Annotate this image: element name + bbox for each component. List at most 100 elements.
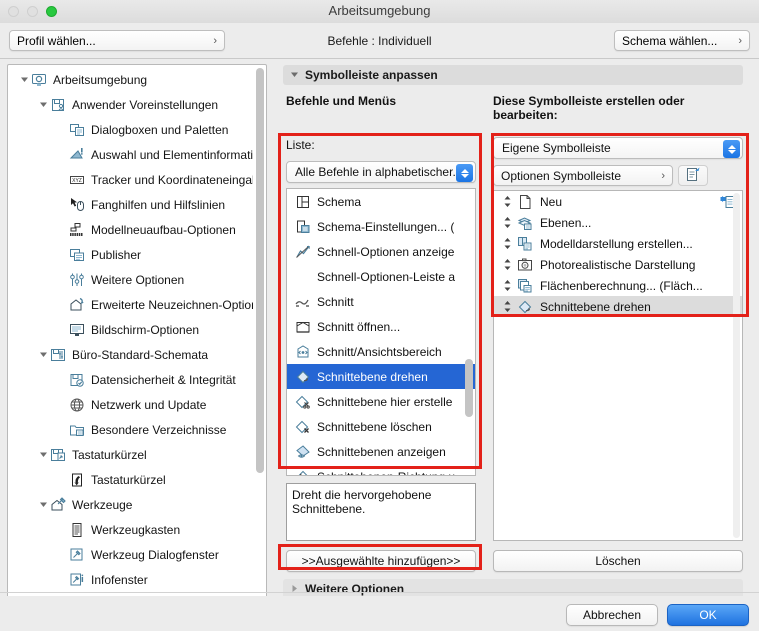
drag-handle-icon[interactable]	[500, 258, 514, 271]
toolbar-list-item-label: Ebenen...	[540, 215, 592, 230]
sidebar-item-label: Infofenster	[91, 572, 148, 587]
command-list-item[interactable]: Schnittebenen-Richtung u	[287, 464, 475, 475]
delete-button[interactable]: Löschen	[493, 550, 743, 572]
shortcuts-group-icon	[49, 447, 67, 463]
sidebar-item-datensicherheit-integrität[interactable]: Datensicherheit & Integrität	[8, 367, 253, 392]
triangle-down-icon[interactable]	[37, 450, 49, 459]
sidebar-vertical-scrollbar[interactable]	[256, 68, 264, 593]
toolbar-list-item[interactable]: Flächenberechnung... (Fläch...	[494, 275, 742, 296]
layout-icon	[293, 194, 313, 210]
toolbar-list-item[interactable]: Schnittebene drehen	[494, 296, 742, 317]
drag-handle-icon[interactable]	[500, 300, 514, 313]
drag-handle-icon[interactable]	[500, 279, 514, 292]
sidebar-item-tracker-und-koordinateneingab[interactable]: XYZ Tracker und Koordinateneingab	[8, 167, 253, 192]
command-list-item[interactable]: Schnittebene löschen	[287, 414, 475, 439]
command-list-item[interactable]: Schnitt	[287, 289, 475, 314]
toolbar-options-button[interactable]: Optionen Symbolleiste ›	[493, 165, 673, 186]
toolbar-select[interactable]: Eigene Symbolleiste	[493, 137, 743, 159]
section-title-label: Symbolleiste anpassen	[305, 68, 438, 82]
toolbar-list-item[interactable]: Modelldarstellung erstellen...	[494, 233, 742, 254]
sidebar-item-werkzeuge[interactable]: Werkzeuge	[8, 492, 253, 517]
triangle-down-icon[interactable]	[37, 350, 49, 359]
sidebar-item-netzwerk-und-update[interactable]: Netzwerk und Update	[8, 392, 253, 417]
command-list-item-label: Schnittebene löschen	[317, 419, 432, 434]
triangle-down-icon[interactable]	[37, 500, 49, 509]
customize-toolbar-section-header[interactable]: Symbolleiste anpassen	[283, 65, 743, 85]
model-view-icon	[514, 236, 536, 252]
toolbox-icon	[68, 522, 86, 538]
new-toolbar-button[interactable]	[678, 165, 708, 186]
sidebar-item-besondere-verzeichnisse[interactable]: Besondere Verzeichnisse	[8, 417, 253, 442]
sidebar-item-arbeitsumgebung[interactable]: Arbeitsumgebung	[8, 67, 253, 92]
sidebar-item-label: Tastaturkürzel	[72, 447, 147, 462]
quick-options-icon	[293, 244, 313, 260]
layout-settings-icon	[293, 219, 313, 235]
toolbar-list-item-label: Photorealistische Darstellung	[540, 257, 696, 272]
sidebar-item-werkzeugkasten[interactable]: Werkzeugkasten	[8, 517, 253, 542]
command-list-item[interactable]: Schema	[287, 189, 475, 214]
sidebar-item-auswahl-und-elementinformatio[interactable]: Auswahl und Elementinformatio	[8, 142, 253, 167]
cancel-button[interactable]: Abbrechen	[566, 604, 658, 626]
command-list-item[interactable]: Schema-Einstellungen... (	[287, 214, 475, 239]
sidebar-item-tastaturkürzel[interactable]: Tastaturkürzel	[8, 467, 253, 492]
sidebar-item-dialogboxen-und-paletten[interactable]: Dialogboxen und Paletten	[8, 117, 253, 142]
commands-list[interactable]: Schema Schema-Einstellungen... (Schnell-O…	[286, 188, 476, 476]
command-list-item[interactable]: Schnittebene drehen	[287, 364, 475, 389]
drag-handle-icon[interactable]	[500, 237, 514, 250]
triangle-down-icon[interactable]	[37, 100, 49, 109]
sidebar-item-label: Dialogboxen und Paletten	[91, 122, 229, 137]
sidebar-item-modellneuaufbau-optionen[interactable]: Modellneuaufbau-Optionen	[8, 217, 253, 242]
command-list-item[interactable]: Schnell-Optionen anzeige	[287, 239, 475, 264]
command-list-item[interactable]: Schnitt öffnen...	[287, 314, 475, 339]
triangle-down-icon[interactable]	[18, 75, 30, 84]
sidebar-item-label: Anwender Voreinstellungen	[72, 97, 219, 112]
tracker-xyz-icon: XYZ	[68, 172, 86, 188]
toolbar-list-item-label: Modelldarstellung erstellen...	[540, 236, 693, 251]
drag-handle-icon[interactable]	[500, 195, 514, 208]
new-document-icon	[514, 194, 536, 210]
svg-text:XYZ: XYZ	[72, 178, 82, 184]
ok-button[interactable]: OK	[667, 604, 749, 626]
sidebar-item-büro-standard-schemata[interactable]: Büro-Standard-Schemata	[8, 342, 253, 367]
commands-list-scrollbar[interactable]	[465, 189, 473, 475]
sidebar-item-label: Büro-Standard-Schemata	[72, 347, 209, 362]
sidebar-item-infofenster[interactable]: Infofenster	[8, 567, 253, 592]
command-list-item[interactable]: Schnitt/Ansichtsbereich	[287, 339, 475, 364]
rebuild-icon	[68, 222, 86, 238]
toolbar-list-item[interactable]: Neu	[494, 191, 742, 212]
sidebar-item-fanghilfen-und-hilfslinien[interactable]: Fanghilfen und Hilfslinien	[8, 192, 253, 217]
sidebar-item-label: Tracker und Koordinateneingab	[91, 172, 253, 187]
sidebar-item-erweiterte-neuzeichnen-option[interactable]: Erweiterte Neuzeichnen-Option	[8, 292, 253, 317]
sidebar-item-weitere-optionen[interactable]: Weitere Optionen	[8, 267, 253, 292]
toolbar-list-item[interactable]: Photorealistische Darstellung	[494, 254, 742, 275]
sidebar-item-tastaturkürzel[interactable]: Tastaturkürzel	[8, 442, 253, 467]
toolbar-items-scrollbar[interactable]	[733, 193, 740, 538]
sidebar-item-publisher[interactable]: Publisher	[8, 242, 253, 267]
dialogs-icon	[68, 122, 86, 138]
command-list-item[interactable]: Schnell-Optionen-Leiste a	[287, 264, 475, 289]
command-list-item-label: Schnitt/Ansichtsbereich	[317, 344, 442, 359]
rotate-section-plane-icon	[293, 369, 313, 385]
sidebar-item-bildschirm-optionen[interactable]: Bildschirm-Optionen	[8, 317, 253, 342]
commands-menus-header: Befehle und Menüs	[286, 94, 397, 108]
command-list-item[interactable]: Schnittebenen anzeigen	[287, 439, 475, 464]
stepper-icon	[456, 164, 473, 182]
command-description: Dreht die hervorgehobene Schnittebene.	[286, 483, 476, 541]
command-list-item[interactable]: Schnittebene hier erstelle	[287, 389, 475, 414]
settings-tree: Arbeitsumgebung Anwender Voreinstellungen…	[8, 67, 253, 614]
command-list-select-value: Alle Befehle in alphabetischer...	[295, 165, 463, 179]
toolbar-list-item[interactable]: Ebenen...	[494, 212, 742, 233]
screen-icon	[68, 322, 86, 338]
delete-button-label: Löschen	[595, 554, 641, 568]
sidebar-item-anwender-voreinstellungen[interactable]: Anwender Voreinstellungen	[8, 92, 253, 117]
toolbar-items-list[interactable]: Neu Ebenen... Modelldarstellung erstellen.…	[493, 190, 743, 541]
add-selected-button[interactable]: >>Ausgewählte hinzufügen>>	[286, 550, 476, 572]
settings-tree-panel[interactable]: Arbeitsumgebung Anwender Voreinstellungen…	[7, 64, 267, 615]
chevron-right-icon: ›	[661, 169, 665, 182]
command-list-select[interactable]: Alle Befehle in alphabetischer...	[286, 161, 476, 183]
sidebar-item-label: Erweiterte Neuzeichnen-Option	[91, 297, 253, 312]
more-options-label: Weitere Optionen	[305, 582, 405, 596]
title-bar: Arbeitsumgebung	[0, 0, 759, 24]
sidebar-item-werkzeug-dialogfenster[interactable]: Werkzeug Dialogfenster	[8, 542, 253, 567]
drag-handle-icon[interactable]	[500, 216, 514, 229]
